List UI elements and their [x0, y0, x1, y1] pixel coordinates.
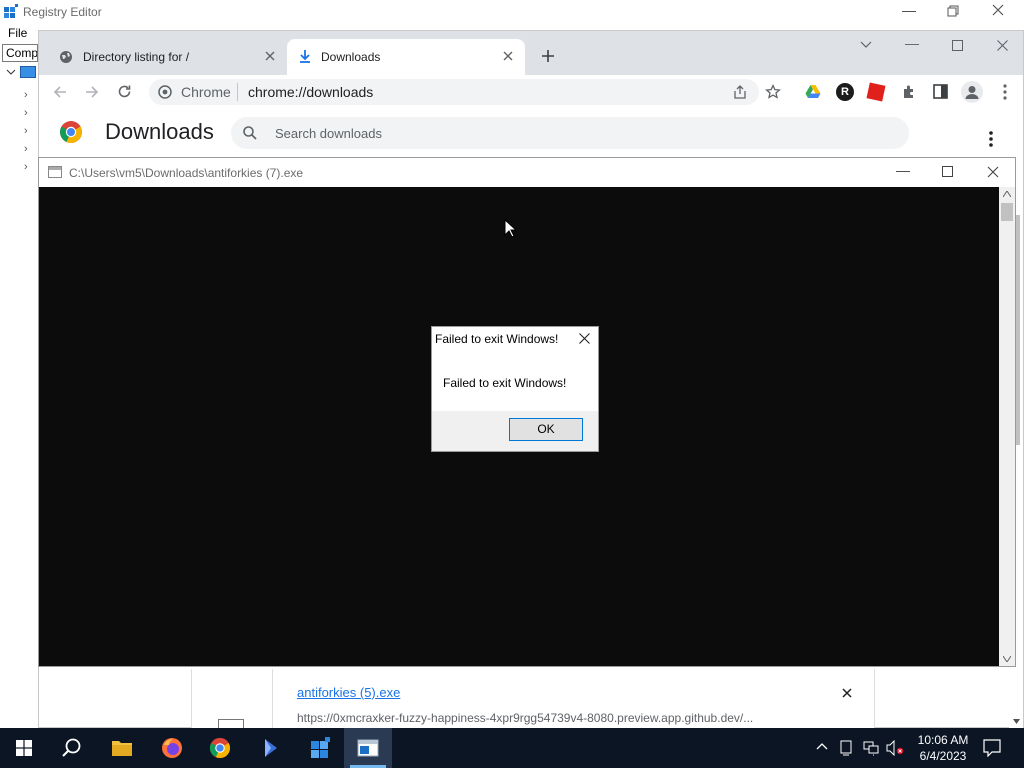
scroll-down-icon[interactable] — [1013, 719, 1020, 724]
chrome-menu-icon[interactable] — [1003, 84, 1007, 100]
computer-icon — [20, 66, 36, 78]
firefox-icon[interactable] — [148, 728, 196, 768]
console-taskbar-icon[interactable] — [344, 728, 392, 768]
registry-minimize-icon[interactable]: — — [902, 2, 916, 18]
new-tab-icon[interactable] — [541, 49, 555, 63]
network-icon[interactable] — [863, 740, 879, 756]
bookmark-star-icon[interactable] — [765, 84, 781, 100]
extensions-puzzle-icon[interactable] — [901, 84, 917, 100]
chrome-maximize-icon[interactable] — [952, 40, 963, 51]
downloads-more-icon[interactable] — [989, 131, 993, 147]
show-hidden-icons-icon[interactable] — [816, 742, 828, 750]
google-drive-icon[interactable] — [805, 85, 821, 99]
console-app-icon — [48, 166, 62, 178]
forward-icon[interactable] — [85, 85, 99, 99]
extension-r-icon[interactable]: R — [836, 83, 854, 101]
volume-muted-icon[interactable] — [886, 740, 904, 756]
console-scrollbar[interactable] — [999, 187, 1015, 666]
download-url: https://0xmcraxker-fuzzy-happiness-4xpr9… — [297, 711, 754, 725]
card-divider — [272, 669, 273, 729]
power-automate-icon[interactable] — [246, 728, 294, 768]
clock-time: 10:06 AM — [917, 733, 969, 747]
download-item-card: antiforkies (5).exe https://0xmcraxker-f… — [191, 669, 875, 729]
dialog-close-icon[interactable] — [579, 333, 590, 344]
chrome-logo-icon — [59, 120, 83, 144]
error-dialog: Failed to exit Windows! Failed to exit W… — [431, 326, 599, 452]
back-icon[interactable] — [53, 85, 67, 99]
registry-tree-root[interactable]: Computer — [2, 44, 38, 62]
console-scroll-thumb[interactable] — [1001, 203, 1013, 221]
chrome-minimize-icon[interactable]: — — [905, 35, 919, 51]
remove-download-icon[interactable] — [842, 688, 852, 698]
side-panel-icon[interactable] — [933, 84, 948, 99]
omnibox-url[interactable]: chrome://downloads — [248, 84, 373, 100]
chrome-site-icon — [158, 85, 172, 99]
console-title: C:\Users\vm5\Downloads\antiforkies (7).e… — [69, 166, 304, 180]
dialog-title-bar: Failed to exit Windows! — [432, 327, 598, 351]
dialog-title: Failed to exit Windows! — [435, 332, 559, 346]
tab-close-icon[interactable] — [503, 51, 513, 61]
console-title-bar: C:\Users\vm5\Downloads\antiforkies (7).e… — [39, 158, 1015, 187]
globe-icon — [59, 50, 73, 64]
console-maximize-icon[interactable] — [942, 166, 953, 177]
notification-center-icon[interactable] — [983, 739, 1001, 757]
start-button-icon[interactable] — [0, 728, 48, 768]
search-placeholder: Search downloads — [275, 126, 382, 141]
ok-button[interactable]: OK — [509, 418, 583, 441]
console-close-icon[interactable] — [987, 166, 999, 178]
tree-chevrons: › › › › › — [24, 89, 28, 173]
chrome-close-icon[interactable] — [997, 40, 1008, 51]
dialog-body: Failed to exit Windows! — [432, 351, 598, 411]
tab-strip: Directory listing for / Downloads — — [39, 31, 1023, 75]
page-title: Downloads — [105, 119, 214, 144]
tab-label: Downloads — [321, 50, 381, 64]
downloads-header: Downloads Search downloads — [39, 109, 1023, 155]
search-icon — [243, 126, 257, 140]
registry-title-bar: Registry Editor — — [0, 0, 1024, 24]
roblox-extension-icon[interactable] — [866, 82, 886, 102]
registry-title: Registry Editor — [23, 5, 102, 19]
tab-label: Directory listing for / — [83, 50, 190, 64]
registry-close-icon[interactable] — [992, 4, 1004, 16]
mouse-cursor-icon — [504, 219, 516, 238]
omnibox-site-label: Chrome — [181, 84, 231, 100]
taskbar-clock[interactable]: 10:06 AM 6/4/2023 — [908, 732, 978, 764]
registry-restore-icon[interactable] — [947, 5, 959, 17]
profile-avatar-icon[interactable] — [961, 81, 983, 103]
console-minimize-icon[interactable]: — — [896, 162, 910, 178]
chrome-toolbar: Chrome chrome://downloads R — [39, 75, 1023, 109]
chrome-taskbar-icon[interactable] — [196, 728, 244, 768]
menu-file[interactable]: File — [8, 26, 27, 40]
registry-app-icon — [3, 4, 19, 20]
console-scroll-up-icon[interactable] — [1003, 191, 1011, 197]
tab-close-icon[interactable] — [265, 51, 275, 61]
tab-directory-listing[interactable]: Directory listing for / — [47, 39, 287, 75]
tablet-icon[interactable] — [840, 740, 852, 756]
taskbar: 10:06 AM 6/4/2023 — [0, 728, 1024, 768]
registry-menu-bar: File — [0, 24, 27, 42]
omnibox-divider — [237, 83, 238, 101]
omnibox[interactable]: Chrome chrome://downloads — [149, 79, 759, 105]
taskbar-search-icon[interactable] — [48, 728, 96, 768]
file-explorer-icon[interactable] — [98, 728, 146, 768]
tab-search-icon[interactable] — [860, 41, 872, 49]
tab-downloads[interactable]: Downloads — [287, 39, 525, 75]
reload-icon[interactable] — [117, 84, 132, 99]
download-icon — [299, 49, 311, 63]
share-icon[interactable] — [733, 85, 747, 99]
download-file-link[interactable]: antiforkies (5).exe — [297, 685, 400, 700]
tree-expand-icon[interactable] — [6, 67, 16, 77]
clock-date: 6/4/2023 — [919, 749, 967, 763]
registry-editor-taskbar-icon[interactable] — [296, 728, 344, 768]
dialog-message: Failed to exit Windows! — [443, 376, 567, 390]
console-scroll-down-icon[interactable] — [1003, 656, 1011, 662]
search-downloads-input[interactable]: Search downloads — [231, 117, 909, 149]
